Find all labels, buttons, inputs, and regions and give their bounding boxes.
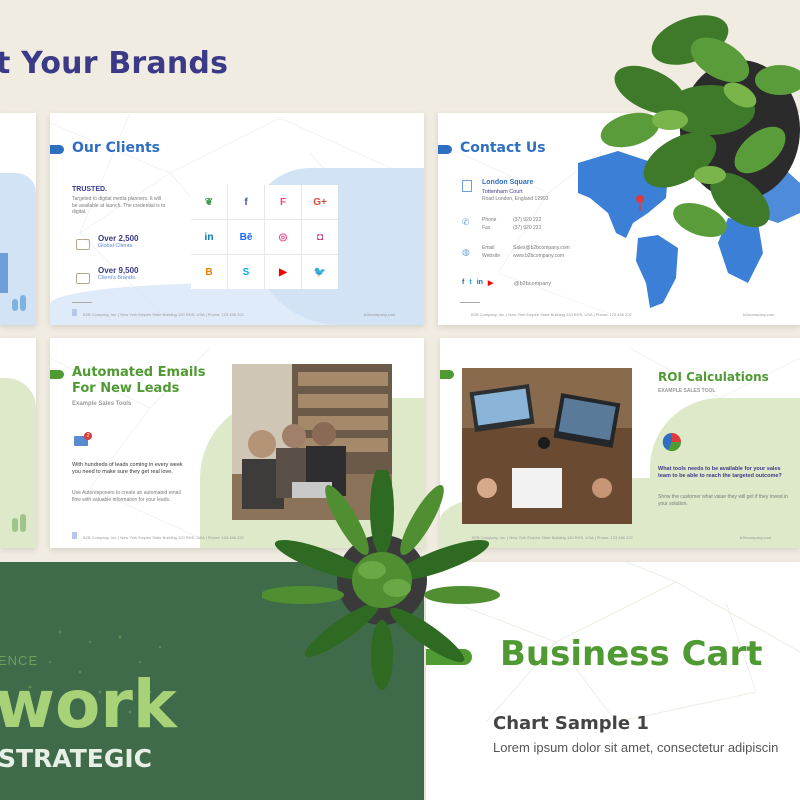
title-accent-pill <box>50 145 64 154</box>
title-line-2: For New Leads <box>72 381 180 396</box>
slide-subtitle: EXAMPLE SALES TOOL <box>658 388 716 394</box>
website-value[interactable]: www.b2bcompany.com <box>513 252 564 260</box>
leaf-logo-icon: ❦ <box>191 185 227 219</box>
social-icons: f t in ▶ <box>462 279 493 287</box>
fax-label: Fax <box>482 225 491 231</box>
body-text-primary: With hundreds of leads coming in every w… <box>72 462 183 475</box>
instagram-logo-icon: ◘ <box>302 220 338 254</box>
footer-text: B2B Company, Inc. | New York Empire Stat… <box>471 312 632 317</box>
building-icon <box>462 180 472 192</box>
trusted-label: TRUSTED. <box>72 186 107 193</box>
twitter-icon[interactable]: t <box>469 279 471 287</box>
potted-plant-center <box>262 470 500 690</box>
slide-title: Contact Us <box>460 140 546 156</box>
dribbble-logo-icon: ◎ <box>265 220 301 254</box>
slide-sub-heading: STRATEGIC <box>0 744 153 773</box>
footer-divider <box>72 302 92 303</box>
googleplus-logo-icon: G+ <box>302 185 338 219</box>
blue-wave <box>50 283 424 325</box>
linkedin-logo-icon: in <box>191 220 227 254</box>
phone-icon: ✆ <box>462 217 470 227</box>
green-blob <box>0 378 36 548</box>
potted-plant-top-right <box>600 15 800 238</box>
footer-divider <box>460 302 480 303</box>
blue-blob <box>0 173 36 325</box>
lorem-text: Lorem ipsum dolor sit amet, consectetur … <box>493 740 779 755</box>
title-accent-pill <box>50 370 64 379</box>
slide-title: Our Clients <box>72 140 161 156</box>
blogger-logo-icon: B <box>191 255 227 289</box>
globe-icon: ◍ <box>462 247 470 257</box>
address-line-1: Tottenham Court <box>482 189 523 195</box>
slide-big-heading: work <box>0 666 177 743</box>
slide-partial-left-bottom[interactable] <box>0 338 36 548</box>
footer-website: b2bcompany.com <box>740 535 772 540</box>
twitter-logo-icon: 🐦 <box>302 255 338 289</box>
briefcase-icon <box>76 239 90 250</box>
footer-text: B2B Company, Inc. | New York Empire Stat… <box>83 312 244 317</box>
facebook-icon[interactable]: f <box>462 279 464 287</box>
slide-title: ROI Calculations <box>658 370 769 384</box>
footer-text: B2B Company, Inc. | New York Empire Stat… <box>83 535 244 540</box>
body-text-secondary: Use Autoresponers to create an automated… <box>72 490 181 503</box>
title-accent-pill <box>438 145 452 154</box>
slide-title: Business Cart <box>500 634 763 674</box>
phone-value: (37) 920 222 <box>513 217 542 223</box>
linkedin-icon[interactable]: in <box>477 279 483 287</box>
stat-label: Client's Brands. <box>98 275 137 281</box>
notification-badge: 2 <box>84 432 92 440</box>
tree-icon <box>20 295 26 311</box>
tree-icon <box>12 518 18 532</box>
body-text: Show the customer what value they will g… <box>658 494 789 507</box>
footer-website: b2bcompany.com <box>743 312 775 317</box>
client-logo-grid: ❦ f F G+ in Bē ◎ ◘ B S ▶ 🐦 <box>191 185 338 289</box>
stat-value: Over 9,500 <box>98 266 139 275</box>
chat-icon <box>76 273 90 284</box>
slide-subtitle: Example Sales Tools <box>72 401 132 407</box>
address-title: London Square <box>482 179 534 186</box>
stat-client-brands: Over 9,500 Client's Brands. <box>98 266 138 281</box>
phone-label: Phone <box>482 217 497 223</box>
youtube-logo-icon: ▶ <box>265 255 301 289</box>
stat-label: Global Clients. <box>98 243 134 249</box>
slide-our-clients[interactable]: Our Clients TRUSTED. Targeted to digital… <box>50 113 424 325</box>
facebook-logo-icon: f <box>228 185 264 219</box>
website-label: Website <box>482 253 500 259</box>
foursquare-logo-icon: F <box>265 185 301 219</box>
stat-global-clients: Over 2,500 Global Clients. <box>98 234 138 249</box>
slide-title: Automated Emails For New Leads <box>72 365 206 397</box>
skype-logo-icon: S <box>228 255 264 289</box>
fax-value: (37) 920 221 <box>513 225 542 231</box>
tree-icon <box>12 299 18 311</box>
behance-logo-icon: Bē <box>228 220 264 254</box>
section-heading: t Your Brands <box>0 46 229 81</box>
social-handle: @b2bcompany <box>514 281 552 287</box>
email-label: Email <box>482 245 495 251</box>
email-value[interactable]: Sales@b2bcompany.com <box>513 244 570 252</box>
address-line-2: Road London, England 12993 <box>482 196 549 202</box>
trusted-text: Targeted to digital media planners. It w… <box>72 196 166 215</box>
logo-mark-icon <box>72 532 77 539</box>
footer-website: b2bcompany.com <box>364 312 396 317</box>
tree-icon <box>20 514 26 532</box>
stat-value: Over 2,500 <box>98 234 139 243</box>
youtube-icon[interactable]: ▶ <box>488 279 493 287</box>
pie-chart-icon <box>662 432 682 452</box>
title-accent-pill <box>440 370 454 379</box>
chart-title: Chart Sample 1 <box>493 713 649 734</box>
logo-mark-icon <box>72 309 77 316</box>
question-text: What tools needs to be available for you… <box>658 466 782 479</box>
blue-bar <box>0 253 8 293</box>
slide-partial-left-top[interactable] <box>0 113 36 325</box>
title-line-1: Automated Emails <box>72 365 206 380</box>
